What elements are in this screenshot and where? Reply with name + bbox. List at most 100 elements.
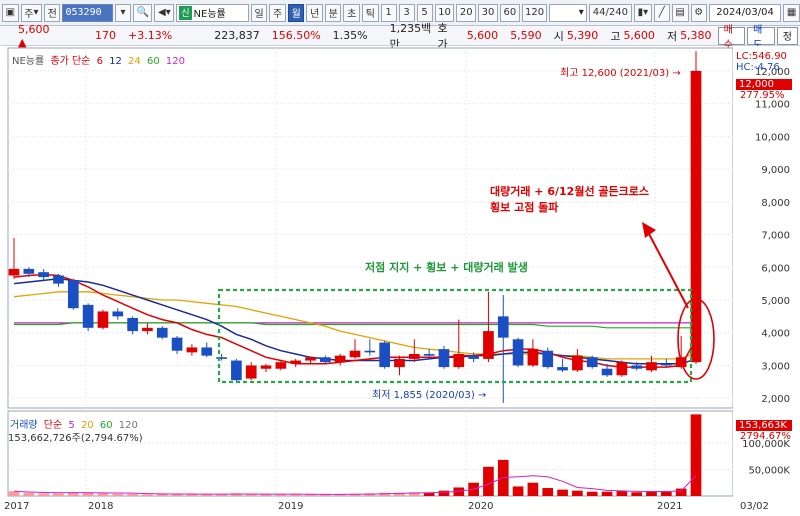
custom-period-select[interactable]: ▾: [549, 3, 587, 22]
type-select[interactable]: 주 ▾: [20, 3, 42, 22]
change-amount: 170: [95, 29, 117, 42]
volume-bar: [142, 494, 153, 496]
x-tick-label: 2018: [88, 501, 113, 512]
price-tick-label: 11,000: [755, 100, 790, 111]
volume-bar: [38, 493, 49, 496]
price-tick-label: 10,000: [755, 132, 790, 143]
high-annotation: 최고 12,600 (2021/03) →: [560, 68, 681, 79]
quote-bar: 5,600 ▲ 170 +3.13% 223,837 156.50% 1.35%…: [0, 22, 800, 51]
box-annotation: 저점 지지 + 횡보 + 대량거래 발생: [365, 261, 528, 274]
ma60-legend: 60: [146, 56, 160, 67]
volume-bar: [512, 486, 524, 496]
candle-body: [305, 357, 316, 361]
candle-body: [186, 347, 198, 353]
candle-body: [690, 70, 702, 363]
price-tick-label: 8,000: [761, 198, 790, 209]
candle-body: [364, 350, 376, 353]
calendar-icon[interactable]: ▦: [783, 3, 800, 22]
interval-120[interactable]: 120: [521, 3, 548, 22]
bid-price: 5,590: [510, 29, 542, 42]
sell-button[interactable]: 매도: [747, 25, 775, 51]
volume-bar: [112, 493, 124, 496]
x-tick-label: 2021: [657, 501, 682, 512]
candle-body: [557, 367, 568, 371]
volume-value: 153,662,726주(2,794.67%): [8, 433, 143, 444]
candle-body: [142, 327, 153, 332]
candle-body: [408, 354, 420, 359]
tab-year[interactable]: 년: [306, 3, 323, 22]
volume-tick-label: 50,000K: [748, 465, 790, 476]
volume-bar: [260, 494, 272, 496]
candle-body: [334, 355, 346, 363]
candle-body: [127, 318, 138, 332]
interval-30[interactable]: 30: [478, 3, 498, 22]
candle-body: [438, 349, 450, 368]
all-button[interactable]: 전: [43, 3, 61, 22]
date-field[interactable]: 2024/03/04: [708, 3, 782, 22]
speaker-icon[interactable]: ◀▾: [154, 3, 175, 22]
candle-body: [8, 268, 20, 276]
stock-code-input[interactable]: 053290: [62, 3, 113, 22]
volume-bar: [527, 482, 539, 496]
tab-second[interactable]: 초: [343, 3, 361, 22]
volume-bar: [675, 488, 687, 496]
volume-bar: [586, 491, 598, 496]
interval-20[interactable]: 20: [456, 3, 477, 22]
volume-bar: [690, 414, 702, 496]
search-icon[interactable]: 🔍: [132, 3, 153, 22]
volume-bar: [8, 491, 20, 496]
open-price: 5,390: [566, 29, 599, 42]
candle-body: [423, 354, 435, 356]
volume-bar: [601, 491, 613, 496]
candle-body: [38, 272, 49, 278]
candle-body: [156, 327, 168, 338]
chart-type-icon[interactable]: ▮▾: [633, 3, 652, 22]
volume-bar: [542, 488, 554, 496]
volume-bar: [438, 490, 450, 496]
graph-icon[interactable]: ╱: [653, 3, 670, 22]
volume-ratio: 156.50%: [271, 29, 321, 42]
buy-button[interactable]: 매수: [717, 25, 746, 51]
tab-month[interactable]: 월: [287, 3, 305, 22]
candle-body: [631, 365, 643, 369]
tab-minute[interactable]: 분: [324, 3, 342, 22]
hc-label: HC:-4.76: [736, 62, 780, 73]
candle-body: [527, 349, 539, 366]
x-tick-label: 2020: [468, 501, 493, 512]
candle-body: [646, 362, 657, 371]
stock-name-field[interactable]: 신 NE능률: [176, 3, 249, 22]
x-tick-label: 2017: [4, 501, 29, 512]
volume-bar: [127, 493, 138, 496]
candle-body: [260, 365, 272, 369]
ma120-legend: 120: [165, 56, 185, 67]
candle-body: [349, 350, 361, 358]
gear-icon[interactable]: ⚙: [690, 3, 707, 22]
chart-area[interactable]: 12,000 11,000 10,000 9,000 8,000 7,000 6,000 5,…: [0, 46, 800, 513]
table-icon[interactable]: ▤: [671, 3, 689, 22]
candle-body: [82, 304, 94, 328]
candle-body: [661, 363, 672, 366]
price-tick-label: 9,000: [761, 165, 790, 176]
tab-day[interactable]: 일: [250, 3, 268, 22]
code-dropdown-icon[interactable]: ▾: [114, 3, 131, 22]
volume-bar: [216, 494, 227, 496]
tab-week[interactable]: 주: [269, 3, 286, 22]
count-field[interactable]: 44/240: [588, 3, 632, 22]
shin-badge: 신: [179, 5, 192, 20]
candle-body: [275, 362, 287, 369]
change-percent: +3.13%: [128, 29, 173, 42]
correct-button[interactable]: 정: [776, 26, 798, 45]
low-annotation: 최저 1,855 (2020/03) →: [372, 390, 487, 401]
price-tick-label: 4,000: [761, 329, 790, 340]
volume-bar: [97, 493, 109, 496]
candle-body: [601, 368, 613, 376]
volume-bar: [661, 491, 672, 496]
candle-body: [468, 355, 479, 359]
interval-60[interactable]: 60: [499, 3, 520, 22]
volume-bar: [572, 490, 583, 496]
current-price: 5,600 ▲: [18, 22, 50, 49]
window-icon[interactable]: ▣: [2, 3, 19, 22]
tab-tick[interactable]: 틱: [362, 3, 379, 22]
price-tick-label: 2,000: [761, 394, 790, 405]
ma-prefix: 종가 단순: [50, 56, 91, 67]
